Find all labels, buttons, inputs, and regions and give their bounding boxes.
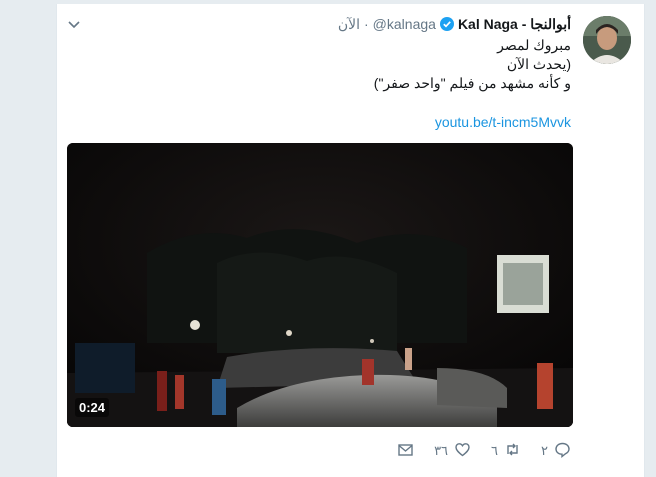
reply-icon [554, 441, 571, 461]
video-player[interactable] [67, 143, 573, 427]
retweet-button[interactable]: ٦ [491, 441, 521, 461]
reply-count: ٢ [541, 443, 548, 458]
like-icon [454, 441, 471, 461]
tweet-link[interactable]: youtu.be/t-incm5Mvvk [435, 114, 571, 130]
separator-dot: · [364, 16, 369, 32]
like-button[interactable]: ٣٦ [434, 441, 471, 461]
reply-button[interactable]: ٢ [541, 441, 571, 461]
video-duration: 0:24 [75, 398, 110, 417]
retweet-count: ٦ [491, 443, 499, 458]
tweet-text-line: و كأنه مشهد من فيلم "واحد صفر") [373, 75, 571, 91]
tweet-timestamp[interactable]: الآن [338, 16, 360, 33]
direct-message-button[interactable] [397, 441, 414, 461]
retweet-icon [504, 441, 521, 461]
video-frame [67, 143, 573, 427]
message-icon [397, 441, 414, 461]
avatar[interactable] [583, 16, 631, 64]
author-handle[interactable]: @kalnaga [373, 16, 436, 32]
tweet-text: مبروك لمصر (يحدث الآن و كأنه مشهد من فيل… [111, 36, 571, 93]
author-name[interactable]: Kal Naga - أبوالنجا [458, 16, 571, 33]
tweet-header: Kal Naga - أبوالنجا @kalnaga · الآن [338, 14, 571, 34]
like-count: ٣٦ [434, 443, 449, 458]
tweet-text-line: (يحدث الآن [506, 56, 571, 72]
tweet-text-line: مبروك لمصر [497, 37, 571, 53]
verified-badge-icon [439, 17, 454, 31]
chevron-down-icon[interactable] [66, 16, 82, 32]
tweet-actions: ٢ ٦ ٣٦ [397, 440, 571, 462]
